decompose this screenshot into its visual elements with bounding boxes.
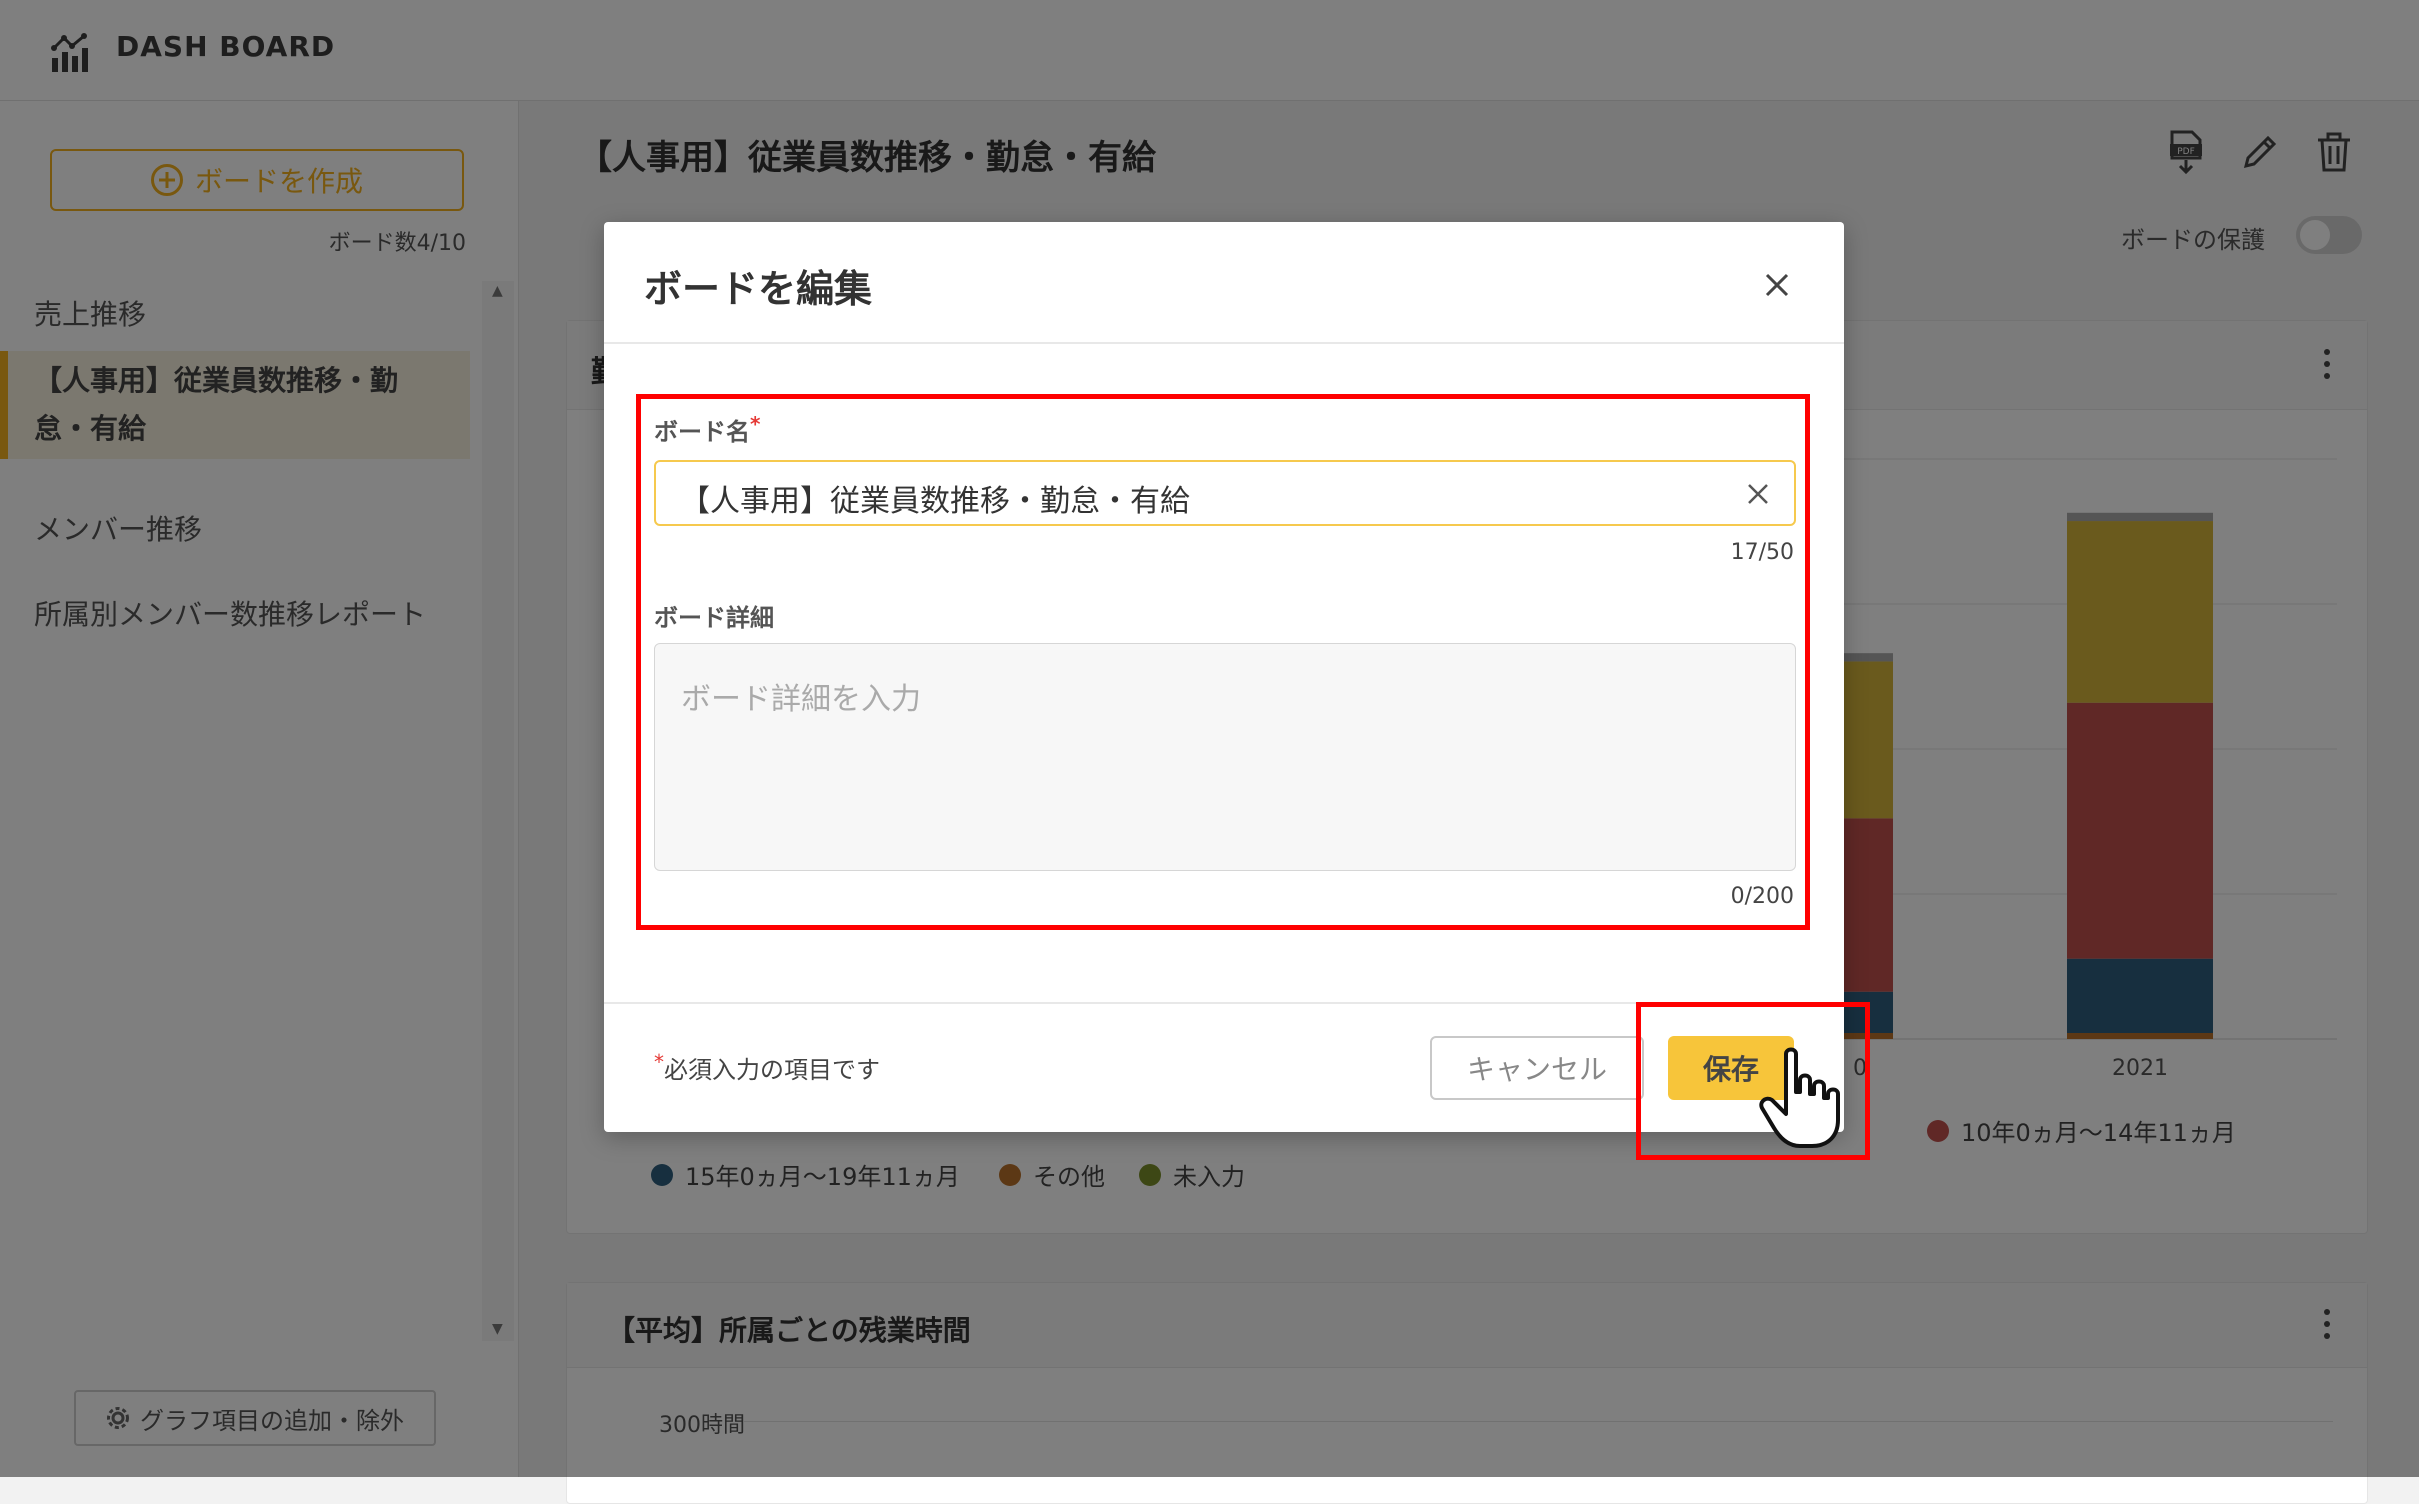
divider xyxy=(604,342,1844,344)
required-mark: * xyxy=(654,1050,664,1074)
required-note-text: 必須入力の項目です xyxy=(664,1056,880,1084)
hand-pointer-cursor-icon xyxy=(1759,1047,1840,1148)
dialog-title: ボードを編集 xyxy=(644,267,873,311)
close-icon[interactable] xyxy=(1762,270,1792,300)
required-note: *必須入力の項目です xyxy=(654,1050,880,1085)
edit-board-dialog: ボードを編集 ボード名* 【人事用】従業員数推移・勤怠・有給 17/50 ボード… xyxy=(604,222,1844,1132)
cancel-button[interactable]: キャンセル xyxy=(1430,1036,1644,1100)
highlight-box-fields xyxy=(636,394,1810,930)
